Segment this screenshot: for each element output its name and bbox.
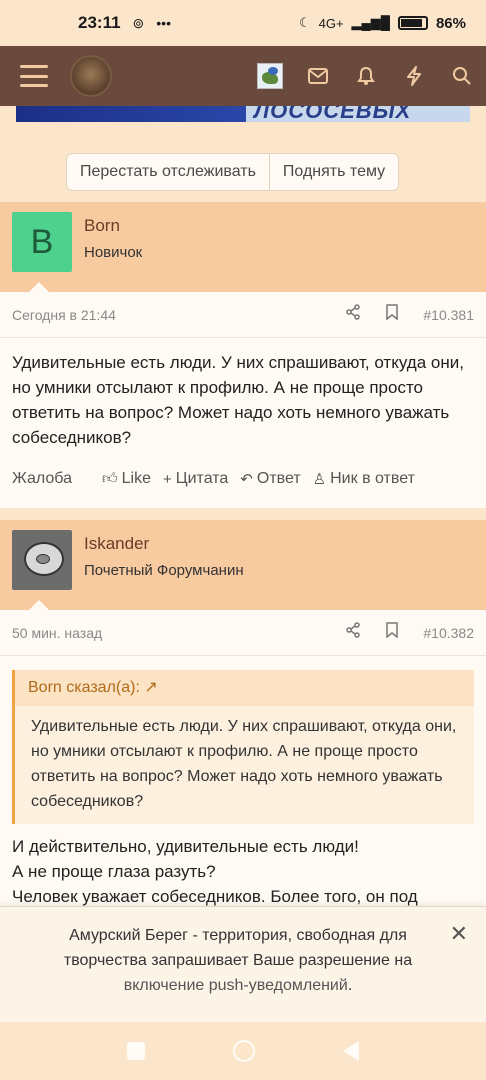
back-button[interactable] [343, 1041, 359, 1061]
author-name[interactable]: Born [84, 216, 120, 236]
avatar[interactable] [12, 530, 72, 590]
app-header [0, 46, 486, 106]
post-actions: Жалоба 👍︎ Like + Цитата ↶ Ответ ♙ Ник в отве… [0, 450, 486, 508]
share-icon[interactable] [345, 622, 361, 643]
signal-icon: ▂▄▆█ [351, 15, 390, 30]
user-avatar [257, 63, 283, 89]
post: B Born Новичок Сегодня в 21:44 #10.381 У… [0, 202, 486, 508]
post-text-line: А не проще глаза разуть? [12, 862, 216, 881]
author-notch [28, 282, 50, 293]
thread-actions: Перестать отслеживать Поднять тему [66, 153, 400, 191]
thumbs-up-icon: 👍︎ [101, 470, 118, 487]
post: Iskander Почетный Форумчанин 50 мин. наз… [0, 520, 486, 909]
post-body: Сегодня в 21:44 #10.381 Удивительные ест… [0, 282, 486, 508]
user-avatar-button[interactable] [246, 46, 294, 106]
close-icon[interactable]: ✕ [450, 921, 468, 947]
post-text: И действительно, удивительные есть люди!… [0, 824, 486, 909]
post-meta: Сегодня в 21:44 #10.381 [0, 292, 486, 338]
bookmark-icon[interactable] [385, 304, 399, 325]
plus-icon: + [163, 470, 172, 488]
home-button[interactable] [233, 1040, 255, 1062]
menu-icon[interactable] [20, 65, 48, 87]
bell-icon[interactable] [342, 46, 390, 106]
site-logo[interactable] [70, 55, 112, 97]
user-icon: ♙ [312, 471, 327, 488]
search-icon[interactable] [438, 46, 486, 106]
sync-icon: ⊚ [132, 14, 145, 31]
author-role: Почетный Форумчанин [84, 562, 244, 579]
more-dots-icon: ••• [156, 15, 171, 31]
author-role: Новичок [84, 244, 143, 261]
bolt-icon[interactable] [390, 46, 438, 106]
post-text-line: И действительно, удивительные есть люди! [12, 837, 359, 856]
avatar[interactable]: B [12, 212, 72, 272]
post-text: Удивительные есть люди. У них спрашивают… [12, 353, 464, 447]
status-bar: 23:11 ⊚ ••• ☾ 4G+ ▂▄▆█ 86% [0, 0, 486, 46]
bump-thread-button[interactable]: Поднять тему [268, 154, 398, 190]
reply-icon: ↶ [240, 471, 253, 488]
post-time[interactable]: Сегодня в 21:44 [12, 307, 116, 323]
post-number[interactable]: #10.381 [423, 307, 474, 323]
battery-icon [397, 16, 428, 30]
quote-header[interactable]: Born сказал(а): ↗ [15, 670, 474, 706]
post-time[interactable]: 50 мин. назад [12, 625, 102, 641]
dnd-moon-icon: ☾ [298, 15, 311, 30]
share-icon[interactable] [345, 304, 361, 325]
quote-button[interactable]: + Цитата [163, 470, 228, 488]
system-nav-bar [0, 1022, 486, 1080]
recents-button[interactable] [127, 1042, 145, 1060]
post-number[interactable]: #10.382 [423, 625, 474, 641]
external-link-icon: ↗ [144, 679, 158, 696]
post-author-header: B Born Новичок [0, 202, 486, 292]
like-button[interactable]: 👍︎ Like [102, 470, 151, 488]
author-name[interactable]: Iskander [84, 534, 149, 554]
battery-percent: 86% [435, 14, 466, 32]
author-notch [28, 600, 50, 611]
push-permission-notice: Амурский Берег - территория, свободная д… [0, 906, 486, 1022]
status-time: 23:11 [78, 13, 121, 32]
reply-button[interactable]: ↶ Ответ [240, 470, 300, 488]
mention-button[interactable]: ♙ Ник в ответ [313, 470, 415, 488]
inbox-icon[interactable] [294, 46, 342, 106]
ad-banner[interactable]: ЛОСОСЕВЫХ [16, 106, 470, 122]
enable-push-link[interactable]: включение push-уведомлений [124, 977, 348, 994]
bookmark-icon[interactable] [385, 622, 399, 643]
quote-block: Born сказал(а): ↗ Удивительные есть люди… [12, 670, 474, 824]
post-body: 50 мин. назад #10.382 Born сказал(а): ↗ … [0, 600, 486, 909]
report-button[interactable]: Жалоба [12, 470, 72, 488]
network-label: 4G+ [318, 15, 344, 31]
notice-message: Амурский Берег - территория, свободная д… [63, 927, 413, 994]
quote-text: Удивительные есть люди. У них спрашивают… [31, 718, 457, 810]
unwatch-button[interactable]: Перестать отслеживать [67, 154, 269, 190]
post-author-header: Iskander Почетный Форумчанин [0, 520, 486, 610]
post-meta: 50 мин. назад #10.382 [0, 610, 486, 656]
